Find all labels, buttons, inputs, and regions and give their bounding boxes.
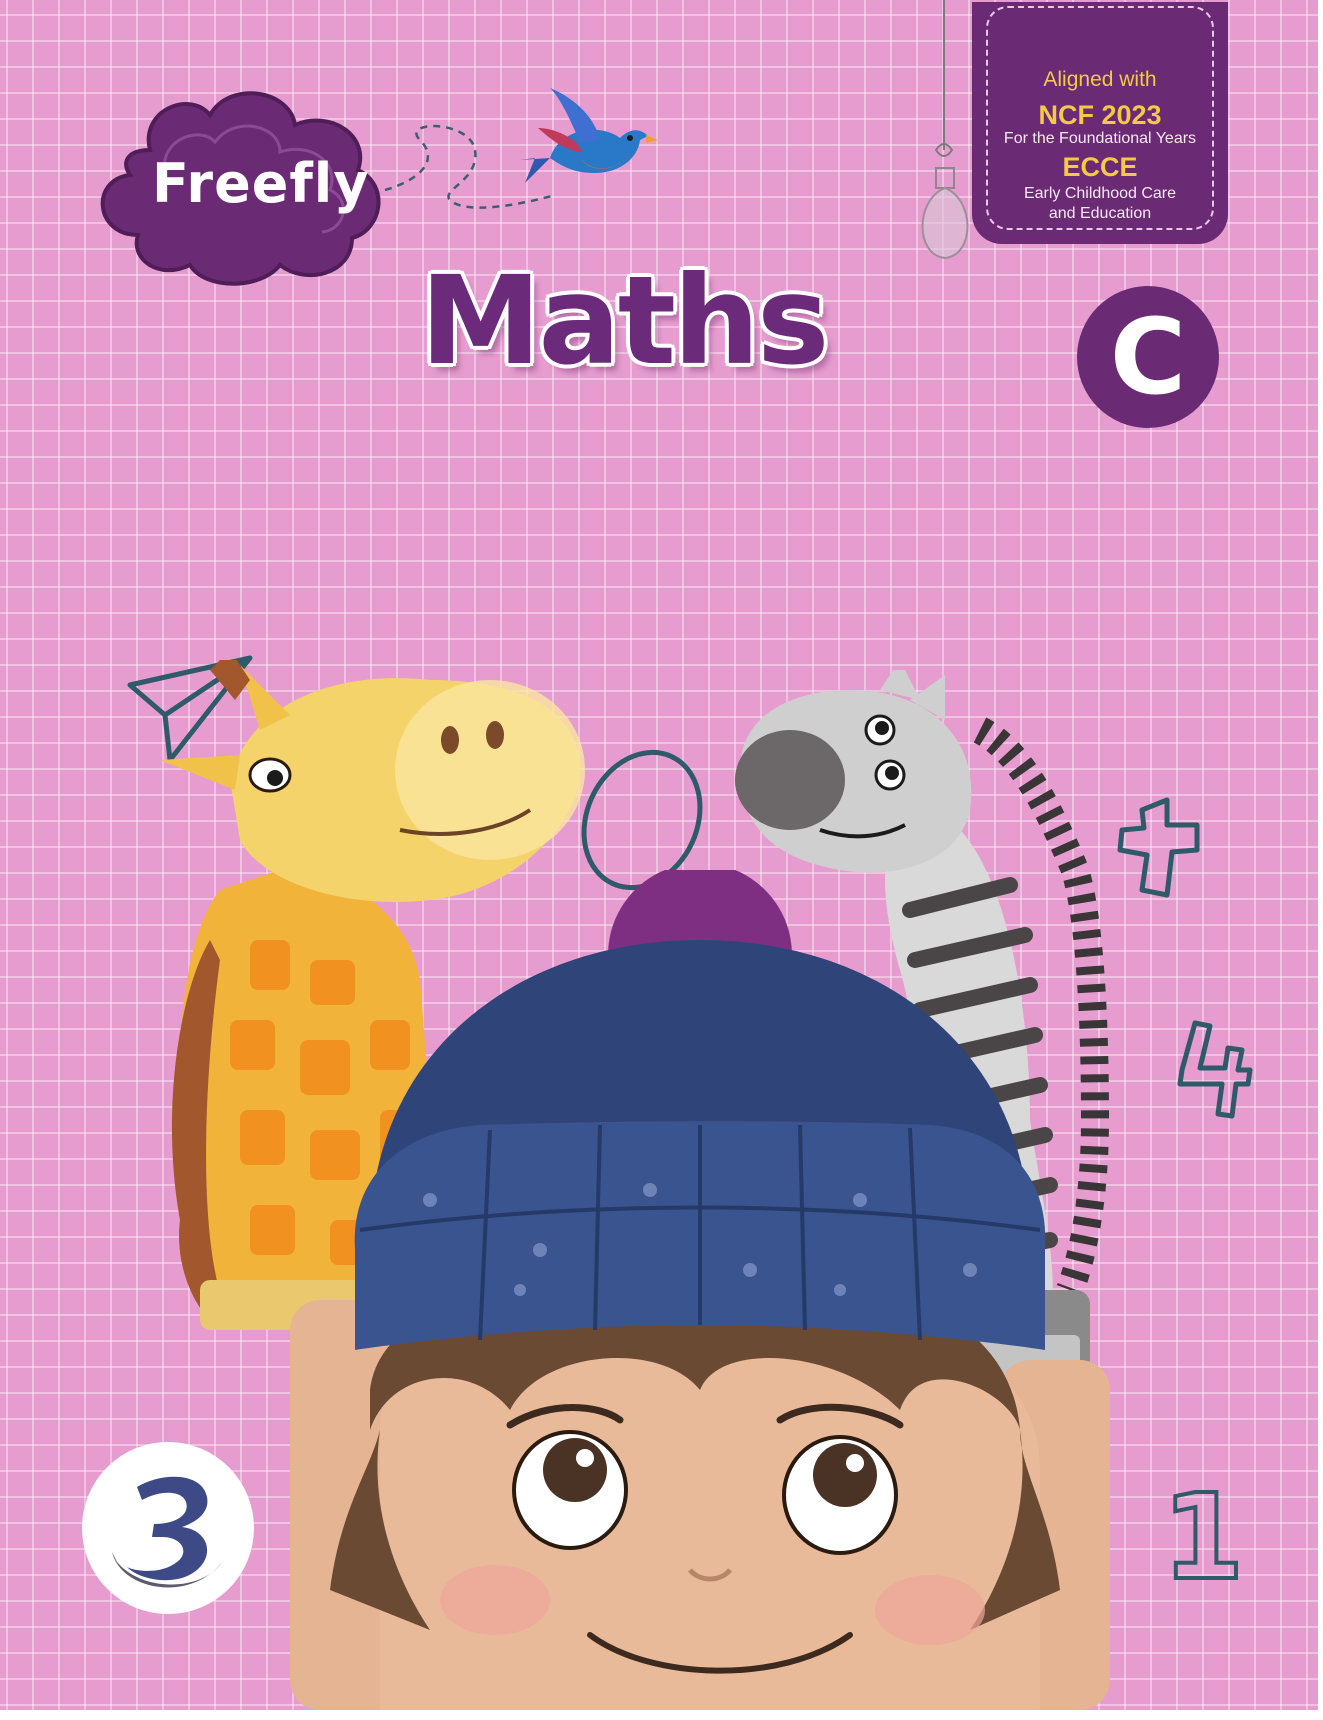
badge-ecce-description: Early Childhood Care and Education (972, 184, 1228, 224)
child-illustration (290, 870, 1110, 1710)
book-number: 1 (1160, 1466, 1246, 1608)
book-cover: Freefly Maths Aligned with NCF 2023 For … (0, 0, 1318, 1710)
badge-ncf-label: NCF 2023 (1038, 100, 1162, 130)
page-title: Maths (420, 250, 830, 392)
badge-ecce-label: ECCE (1062, 152, 1138, 182)
badge-ecce-line-1: Early Childhood Care (1023, 185, 1177, 202)
freefly-logo: Freefly (90, 80, 390, 290)
publisher-logo (82, 1442, 254, 1614)
page-right-margin (1318, 0, 1323, 1720)
page-bottom-margin (0, 1710, 1323, 1720)
series-name: Freefly (152, 152, 370, 215)
level-badge: C (1077, 286, 1219, 428)
badge-aligned-label: Aligned with (1043, 68, 1157, 91)
badge-ecce-line-2: and Education (1048, 205, 1152, 222)
bird-icon (520, 88, 658, 183)
plus-doodle-icon (1117, 797, 1200, 898)
four-doodle-icon (1177, 1020, 1253, 1119)
ncf-alignment-badge: Aligned with NCF 2023 For the Foundation… (972, 2, 1228, 244)
badge-ncf-subtitle: For the Foundational Years (1003, 130, 1197, 147)
publisher-logo-icon (112, 1476, 222, 1588)
